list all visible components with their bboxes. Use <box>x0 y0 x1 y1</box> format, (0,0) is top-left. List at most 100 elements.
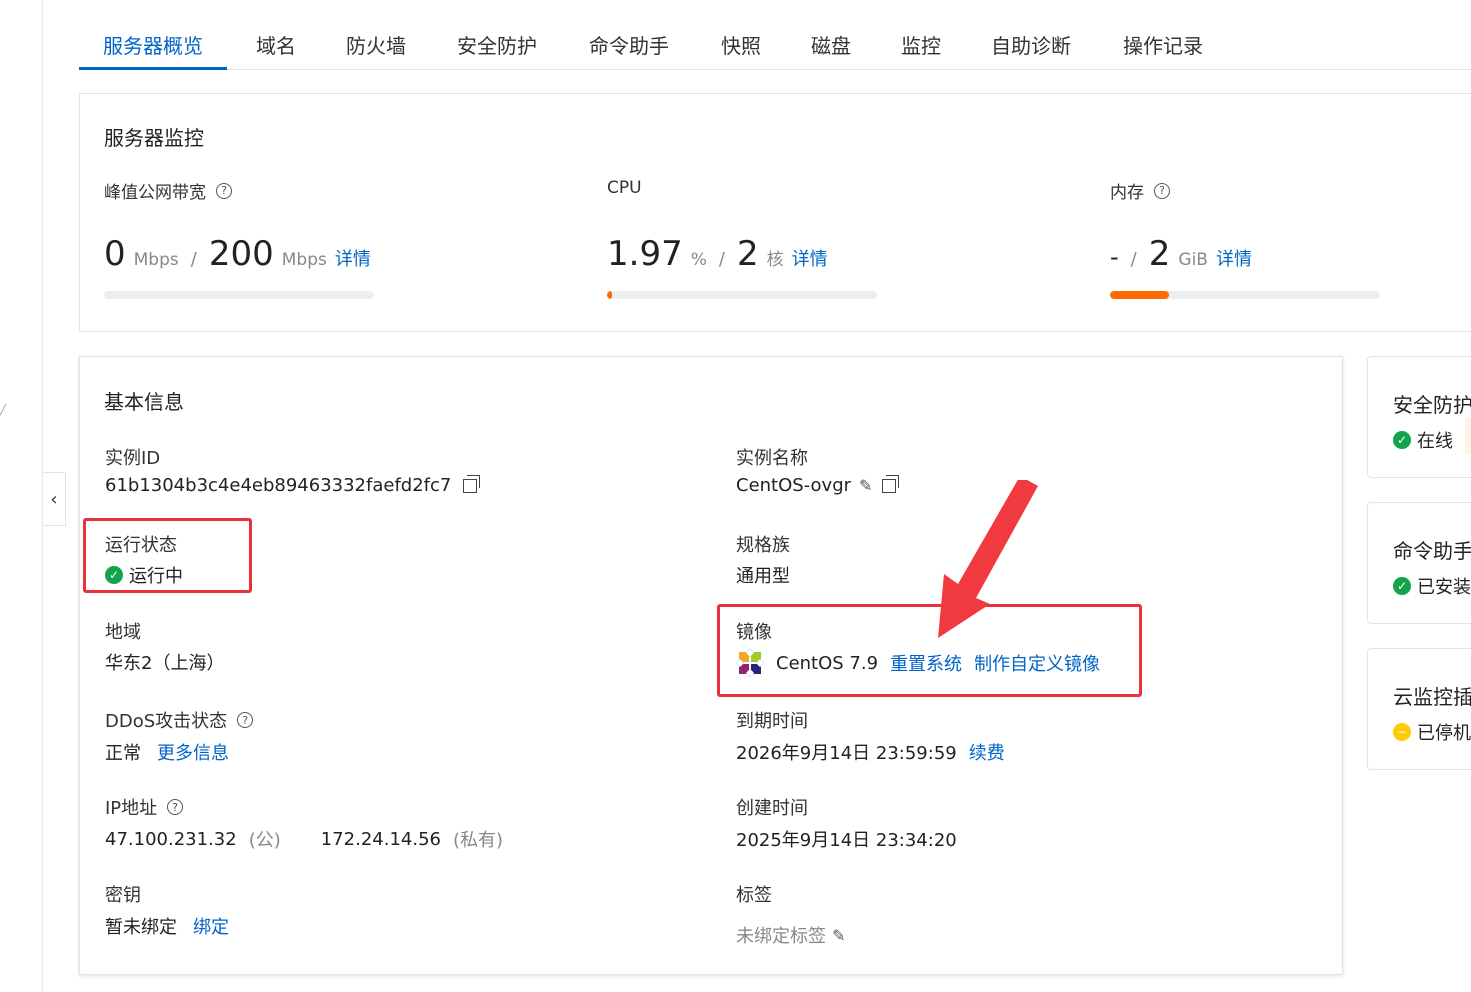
ddos-label-text: DDoS攻击状态 <box>105 711 228 732</box>
renew-link[interactable]: 续费 <box>969 739 1005 765</box>
minus-circle-icon: − <box>1393 723 1411 741</box>
ddos-value: 正常 更多信息 <box>105 739 229 765</box>
edit-icon[interactable]: ✎ <box>859 476 872 495</box>
bandwidth-label-text: 峰值公网带宽 <box>104 183 206 203</box>
cpu-total: 2 <box>736 234 759 274</box>
tab-bar: 服务器概览 域名 防火墙 安全防护 命令助手 快照 磁盘 监控 自助诊断 操作记… <box>79 22 1471 70</box>
tags-value: 未绑定标签 ✎ <box>736 922 845 948</box>
tags-label: 标签 <box>736 885 772 906</box>
command-assistant-card[interactable]: 命令助手 ✓ 已安装 <box>1367 502 1471 624</box>
value-separator: / <box>718 249 725 270</box>
instance-id-text: 61b1304b3c4e4eb89463332faefd2fc7 <box>105 475 452 496</box>
bandwidth-progress-bar <box>104 291 374 299</box>
tab-firewall[interactable]: 防火墙 <box>346 30 406 69</box>
collapse-button[interactable]: ‹ <box>43 472 66 526</box>
cpu-label-text: CPU <box>607 178 642 198</box>
instance-id-value: 61b1304b3c4e4eb89463332faefd2fc7 <box>105 474 481 496</box>
cloud-monitor-card-title: 云监控插 <box>1393 685 1471 709</box>
tab-disk[interactable]: 磁盘 <box>811 30 851 69</box>
status-tag <box>1465 417 1471 455</box>
ddos-more-info-link[interactable]: 更多信息 <box>157 739 229 765</box>
ddos-status-text: 正常 <box>105 743 141 764</box>
tab-server-overview[interactable]: 服务器概览 <box>79 30 227 70</box>
private-ip: 172.24.14.56 <box>320 828 441 850</box>
ip-label-text: IP地址 <box>105 798 158 819</box>
spec-family-label: 规格族 <box>736 535 790 556</box>
help-icon[interactable]: ? <box>216 182 232 199</box>
keypair-status: 暂未绑定 <box>105 917 177 938</box>
ip-value: 47.100.231.32 (公) 172.24.14.56 (私有) <box>105 826 503 852</box>
memory-label: 内存 ? <box>1110 178 1170 203</box>
cpu-total-unit: 核 <box>766 250 784 270</box>
cloud-monitor-card[interactable]: 云监控插 − 已停机 <box>1367 648 1471 770</box>
bandwidth-label: 峰值公网带宽 ? <box>104 178 232 203</box>
tab-command-assistant[interactable]: 命令助手 <box>589 30 669 69</box>
monitor-title: 服务器监控 <box>104 126 204 150</box>
tab-domain[interactable]: 域名 <box>256 30 296 69</box>
check-circle-icon: ✓ <box>1393 431 1411 449</box>
created-label: 创建时间 <box>736 798 808 819</box>
created-value: 2025年9月14日 23:34:20 <box>736 830 957 851</box>
cpu-label: CPU <box>607 178 642 198</box>
left-rail: ╱ <box>0 0 43 992</box>
tags-text: 未绑定标签 <box>736 926 826 947</box>
command-card-status: ✓ 已安装 <box>1393 573 1471 599</box>
bandwidth-used: 0 <box>104 234 126 274</box>
bandwidth-value: 0 Mbps / 200 Mbps 详情 <box>104 234 371 274</box>
expire-value: 2026年9月14日 23:59:59 续费 <box>736 739 1005 765</box>
chevron-left-icon: ‹ <box>50 488 58 510</box>
public-ip-tag: (公) <box>248 830 281 851</box>
tab-snapshot[interactable]: 快照 <box>721 30 761 69</box>
private-ip-tag: (私有) <box>452 830 504 851</box>
command-card-title: 命令助手 <box>1393 539 1471 563</box>
memory-value: - / 2 GiB 详情 <box>1110 234 1252 274</box>
command-status-text: 已安装 <box>1417 577 1471 598</box>
security-card-status: ✓ 在线 <box>1393 427 1453 453</box>
region-label: 地域 <box>105 622 141 643</box>
keypair-value: 暂未绑定 绑定 <box>105 913 229 939</box>
value-separator: / <box>1130 249 1137 270</box>
instance-id-label: 实例ID <box>105 448 161 469</box>
check-circle-icon: ✓ <box>1393 577 1411 595</box>
cpu-used-unit: % <box>690 250 707 270</box>
public-ip: 47.100.231.32 <box>105 828 237 850</box>
tab-self-diagnosis[interactable]: 自助诊断 <box>991 30 1071 69</box>
bandwidth-total-unit: Mbps <box>281 250 327 270</box>
instance-name-value: CentOS-ovgr ✎ <box>736 474 900 496</box>
tab-monitoring[interactable]: 监控 <box>901 30 941 69</box>
basic-info-card: 基本信息 实例ID 61b1304b3c4e4eb89463332faefd2f… <box>79 356 1343 975</box>
security-card-title: 安全防护 <box>1393 393 1471 417</box>
memory-progress-fill <box>1110 291 1170 299</box>
cloud-monitor-card-status: − 已停机 <box>1393 719 1471 745</box>
copy-icon[interactable] <box>882 474 900 493</box>
help-icon[interactable]: ? <box>237 712 254 728</box>
tab-security[interactable]: 安全防护 <box>457 30 537 69</box>
help-icon[interactable]: ? <box>1154 182 1170 199</box>
region-value: 华东2（上海） <box>105 653 225 674</box>
annotation-arrow <box>938 480 1038 638</box>
memory-label-text: 内存 <box>1110 183 1144 203</box>
security-status-text: 在线 <box>1417 431 1453 452</box>
memory-used: - <box>1110 243 1119 271</box>
value-separator: / <box>190 249 197 270</box>
tab-operation-log[interactable]: 操作记录 <box>1123 30 1203 69</box>
copy-icon[interactable] <box>463 474 481 493</box>
memory-progress-bar <box>1110 291 1380 299</box>
edit-icon[interactable]: ✎ <box>832 926 845 945</box>
cpu-progress-fill <box>607 291 613 299</box>
cpu-detail-link[interactable]: 详情 <box>792 245 828 271</box>
bandwidth-used-unit: Mbps <box>133 250 179 270</box>
bind-keypair-link[interactable]: 绑定 <box>193 913 229 939</box>
help-icon[interactable]: ? <box>167 799 184 815</box>
cloud-monitor-status-text: 已停机 <box>1417 723 1471 744</box>
expire-label: 到期时间 <box>736 711 808 732</box>
cpu-value: 1.97 % / 2 核 详情 <box>607 234 828 274</box>
memory-total: 2 <box>1148 234 1171 274</box>
bandwidth-detail-link[interactable]: 详情 <box>335 245 371 271</box>
basic-info-title: 基本信息 <box>104 390 184 414</box>
ip-label: IP地址 ? <box>105 794 184 820</box>
spec-family-value: 通用型 <box>736 566 790 587</box>
security-card[interactable]: 安全防护 ✓ 在线 <box>1367 356 1471 478</box>
memory-detail-link[interactable]: 详情 <box>1216 245 1252 271</box>
memory-total-unit: GiB <box>1178 250 1208 270</box>
